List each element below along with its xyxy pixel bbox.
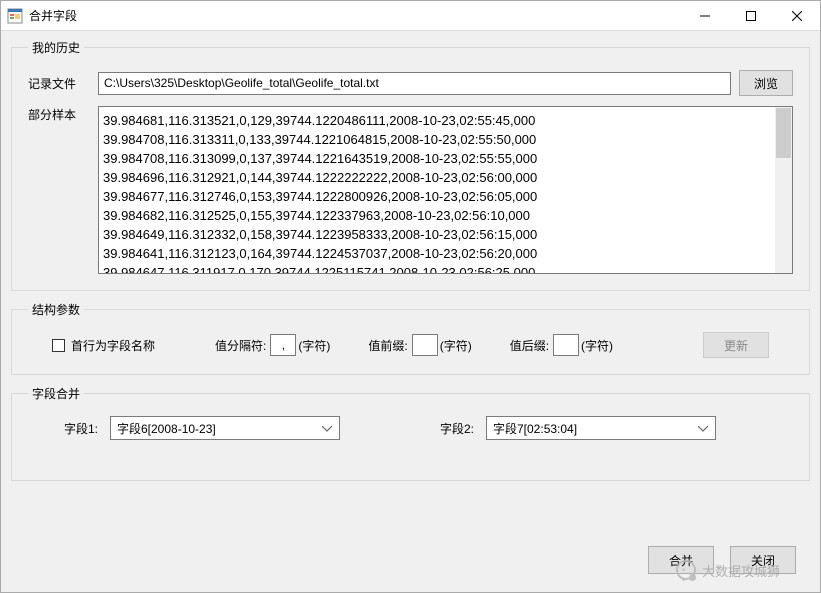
file-path-input[interactable] [98, 72, 731, 95]
content-area: 我的历史 记录文件 浏览 部分样本 39.984681,116.313521,0… [1, 31, 820, 592]
prefix-label: 值前缀: [368, 337, 407, 354]
params-group: 结构参数 首行为字段名称 值分隔符: (字符) 值前缀: (字符) 值后缀 [11, 301, 810, 375]
first-row-header-label: 首行为字段名称 [71, 337, 155, 354]
app-window: 合并字段 我的历史 记录文件 浏览 部分样本 39.984681,116.313… [0, 0, 821, 593]
params-legend: 结构参数 [28, 301, 84, 318]
prefix-unit: (字符) [440, 337, 472, 354]
delimiter-label: 值分隔符: [215, 337, 266, 354]
maximize-button[interactable] [728, 1, 774, 31]
field1-label: 字段1: [48, 420, 98, 437]
field1-value: 字段6[2008-10-23] [117, 420, 216, 437]
file-label: 记录文件 [28, 75, 98, 92]
browse-button[interactable]: 浏览 [739, 70, 793, 96]
chevron-down-icon [695, 421, 711, 435]
sample-textarea[interactable]: 39.984681,116.313521,0,129,39744.1220486… [98, 106, 793, 274]
update-button[interactable]: 更新 [703, 332, 769, 358]
field2-combo[interactable]: 字段7[02:53:04] [486, 416, 716, 440]
field2-label: 字段2: [424, 420, 474, 437]
minimize-button[interactable] [682, 1, 728, 31]
sample-label: 部分样本 [28, 106, 98, 123]
scrollbar-thumb[interactable] [776, 108, 791, 158]
delimiter-unit: (字符) [298, 337, 330, 354]
watermark-text: 大数据攻城狮 [702, 561, 780, 580]
field1-combo[interactable]: 字段6[2008-10-23] [110, 416, 340, 440]
checkbox-icon [52, 339, 65, 352]
wechat-icon [676, 560, 696, 580]
prefix-input[interactable] [412, 334, 438, 356]
sample-scrollbar[interactable] [775, 107, 792, 273]
chevron-down-icon [319, 421, 335, 435]
suffix-unit: (字符) [581, 337, 613, 354]
merge-group: 字段合并 字段1: 字段6[2008-10-23] 字段2: 字段7[02:53… [11, 385, 810, 481]
app-icon [7, 8, 23, 24]
first-row-header-checkbox[interactable]: 首行为字段名称 [52, 337, 155, 354]
delimiter-input[interactable] [270, 334, 296, 356]
history-group: 我的历史 记录文件 浏览 部分样本 39.984681,116.313521,0… [11, 39, 810, 291]
window-title: 合并字段 [29, 7, 682, 24]
close-button[interactable] [774, 1, 820, 31]
window-controls [682, 1, 820, 31]
merge-legend: 字段合并 [28, 385, 84, 402]
watermark: 大数据攻城狮 [676, 560, 780, 580]
suffix-input[interactable] [553, 334, 579, 356]
field2-value: 字段7[02:53:04] [493, 420, 577, 437]
history-legend: 我的历史 [28, 39, 84, 56]
suffix-label: 值后缀: [510, 337, 549, 354]
titlebar: 合并字段 [1, 1, 820, 31]
